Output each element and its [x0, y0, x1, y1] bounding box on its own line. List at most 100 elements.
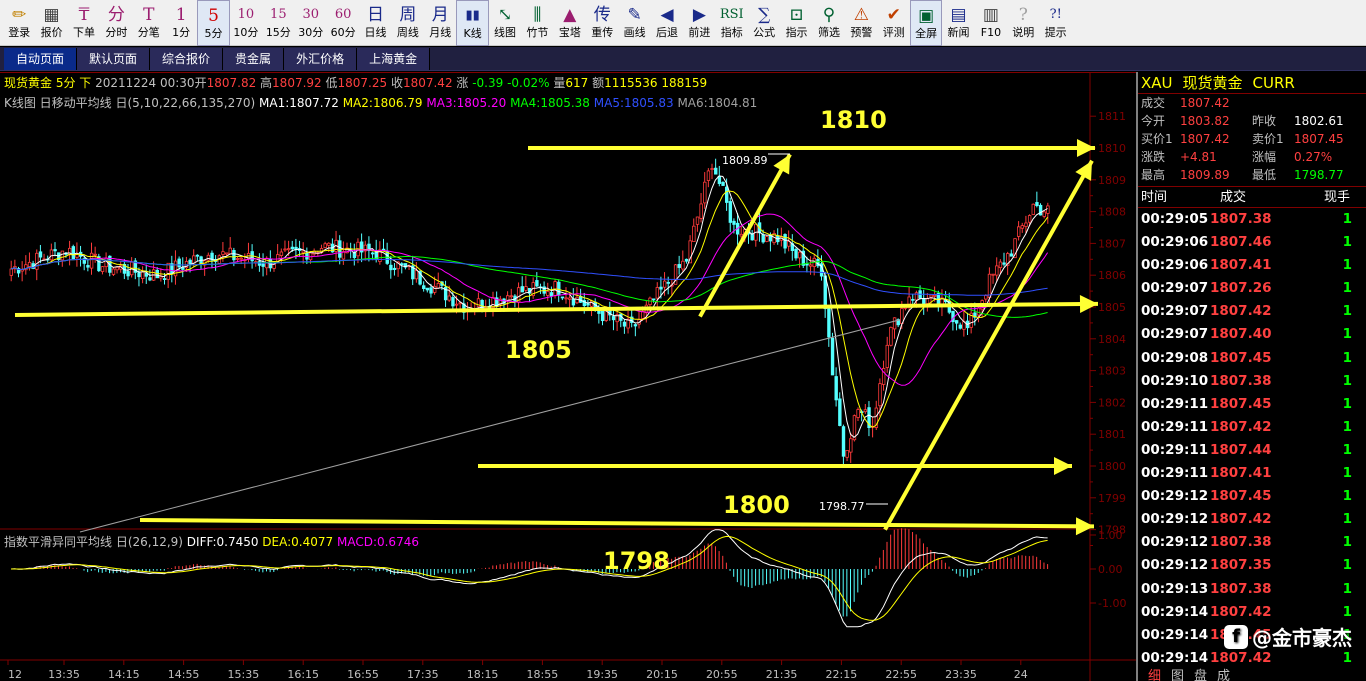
toolbar-button-14[interactable]: ▮▮ K线 — [456, 0, 489, 46]
tick-row[interactable]: 00:29:11 1807.42 1 — [1138, 416, 1366, 439]
toolbar-button-20[interactable]: ◀ 后退 — [651, 0, 683, 46]
tick-row[interactable]: 00:29:12 1807.42 1 — [1138, 508, 1366, 531]
tick-volume: 1 — [1342, 280, 1352, 297]
panel-tab-2[interactable]: 盘 — [1194, 665, 1207, 681]
tick-row[interactable]: 00:29:12 1807.45 1 — [1138, 485, 1366, 508]
panel-symbol: XAU — [1141, 74, 1173, 92]
toolbar-button-11[interactable]: 日日线 — [359, 0, 391, 46]
page-tabs: 自动页面 默认页面 综合报价 贵金属 外汇价格 上海黄金 — [0, 47, 1366, 71]
candle-body — [586, 303, 590, 306]
toolbar-button-10[interactable]: 60 60分 — [327, 0, 359, 46]
candle-body — [557, 281, 561, 296]
toolbar-button-28[interactable]: ▣ 全屏 — [909, 0, 943, 46]
toolbar-button-22[interactable]: RSI 指标 — [716, 0, 748, 46]
tick-row[interactable]: 00:29:05 1807.38 1 — [1138, 208, 1366, 231]
candle-body — [429, 287, 433, 294]
tick-row[interactable]: 00:29:12 1807.35 1 — [1138, 554, 1366, 577]
toolbar-button-19[interactable]: ✎ 画线 — [618, 0, 650, 46]
tick-row[interactable]: 00:29:11 1807.41 1 — [1138, 462, 1366, 485]
panel-tab-3[interactable]: 成 — [1217, 665, 1230, 681]
candle-body — [984, 295, 988, 300]
tick-row[interactable]: 00:29:07 1807.40 1 — [1138, 323, 1366, 346]
toolbar-button-2[interactable]: ₸ 下单 — [68, 0, 100, 46]
tab-5[interactable]: 上海黄金 — [357, 48, 431, 70]
tick-row[interactable]: 00:29:07 1807.26 1 — [1138, 277, 1366, 300]
kline-chart[interactable]: 现货黄金 5分 下 20211224 00:30开1807.82 高1807.9… — [0, 72, 1136, 681]
tick-row[interactable]: 00:29:08 1807.45 1 — [1138, 347, 1366, 370]
tick-row[interactable]: 00:29:12 1807.38 1 — [1138, 531, 1366, 554]
toolbar-button-5[interactable]: 1 1分 — [165, 0, 197, 46]
toolbar-button-6[interactable]: 5 5分 — [197, 0, 230, 46]
tick-row[interactable]: 00:29:06 1807.46 1 — [1138, 231, 1366, 254]
candle-body — [1017, 226, 1021, 237]
candle-body — [907, 296, 911, 305]
toolbar-button-8[interactable]: 15 15分 — [262, 0, 294, 46]
toolbar-button-23[interactable]: ∑ 公式 — [748, 0, 780, 46]
tick-row[interactable]: 00:29:11 1807.45 1 — [1138, 393, 1366, 416]
toolbar-button-27[interactable]: ✔ 评测 — [878, 0, 910, 46]
candle-body — [575, 296, 579, 304]
tab-3[interactable]: 贵金属 — [223, 48, 285, 70]
tab-1[interactable]: 默认页面 — [77, 48, 151, 70]
toolbar-button-7[interactable]: 10 10分 — [230, 0, 262, 46]
candle-body — [933, 294, 937, 297]
toolbar-button-4[interactable]: T 分笔 — [133, 0, 165, 46]
toolbar-button-21[interactable]: ▶ 前进 — [683, 0, 715, 46]
toolbar-button-32[interactable]: ?! 提示 — [1040, 0, 1072, 46]
tick-list[interactable]: 00:29:05 1807.38 1 00:29:06 1807.46 1 00:29:06… — [1138, 208, 1366, 670]
candle-body — [600, 310, 605, 322]
toolbar-button-1[interactable]: ▦ 报价 — [35, 0, 67, 46]
arrow-1800-head — [1054, 457, 1072, 475]
candle-body — [732, 220, 736, 225]
tick-row[interactable]: 00:29:13 1807.38 1 — [1138, 578, 1366, 601]
toolbar-label-30: F10 — [980, 26, 1002, 39]
toolbar-icon-21: ▶ — [692, 5, 706, 25]
toolbar-button-18[interactable]: 传重传 — [586, 0, 618, 46]
candle-body — [684, 258, 689, 262]
toolbar-button-30[interactable]: ▥ F10 — [975, 0, 1007, 46]
candle-body — [323, 243, 327, 248]
toolbar-button-29[interactable]: ▤ 新闻 — [942, 0, 974, 46]
toolbar-button-31[interactable]: ? 说明 — [1007, 0, 1039, 46]
toolbar-button-15[interactable]: ⤡ 线图 — [489, 0, 521, 46]
macd-dea-line — [11, 535, 1048, 621]
chart-area[interactable]: 现货黄金 5分 下 20211224 00:30开1807.82 高1807.9… — [0, 72, 1136, 681]
toolbar-icon-10: 60 — [334, 7, 352, 22]
toolbar-button-16[interactable]: ⫼ 竹节 — [521, 0, 553, 46]
toolbar-icon-14: ▮▮ — [465, 8, 480, 23]
tick-volume: 1 — [1342, 234, 1352, 251]
toolbar-button-0[interactable]: ✏ 登录 — [3, 0, 35, 46]
tick-row[interactable]: 00:29:10 1807.38 1 — [1138, 370, 1366, 393]
tab-4[interactable]: 外汇价格 — [284, 48, 358, 70]
quote-panel: XAU 现货黄金 CURR 成交 1807.42 今开 1803.82 昨收 1802.6… — [1136, 72, 1366, 681]
candle-body — [714, 167, 718, 175]
tick-row[interactable]: 00:29:14 1807.42 1 — [1138, 601, 1366, 624]
tick-volume: 1 — [1342, 465, 1352, 482]
toolbar-label-1: 报价 — [40, 26, 63, 39]
tab-2[interactable]: 综合报价 — [150, 48, 224, 70]
toolbar-button-26[interactable]: ⚠ 预警 — [845, 0, 877, 46]
tick-row[interactable]: 00:29:07 1807.42 1 — [1138, 300, 1366, 323]
toolbar-button-12[interactable]: 周周线 — [392, 0, 424, 46]
candle-body — [692, 225, 696, 242]
panel-tab-1[interactable]: 图 — [1171, 665, 1184, 681]
toolbar-button-17[interactable]: ▲ 宝塔 — [554, 0, 586, 46]
candle-body — [976, 307, 981, 316]
toolbar-icon-6: 5 — [208, 6, 219, 26]
toolbar-button-25[interactable]: ⚲ 筛选 — [813, 0, 845, 46]
panel-tab-0[interactable]: 细 — [1148, 665, 1161, 681]
toolbar-button-24[interactable]: ⊡ 指示 — [780, 0, 812, 46]
candle-body — [838, 398, 842, 426]
candle-body — [633, 324, 638, 327]
toolbar-button-13[interactable]: 月月线 — [424, 0, 456, 46]
tab-0[interactable]: 自动页面 — [4, 48, 78, 70]
toolbar-button-9[interactable]: 30 30分 — [295, 0, 327, 46]
candle-body — [611, 316, 616, 321]
tick-price: 1807.44 — [1210, 441, 1272, 458]
candle-body — [878, 383, 882, 407]
candle-body — [995, 265, 999, 276]
toolbar-button-3[interactable]: 分分时 — [100, 0, 132, 46]
quote-row-1: 今开 1803.82 昨收 1802.61 — [1138, 112, 1366, 130]
tick-row[interactable]: 00:29:11 1807.44 1 — [1138, 439, 1366, 462]
tick-row[interactable]: 00:29:06 1807.41 1 — [1138, 254, 1366, 277]
